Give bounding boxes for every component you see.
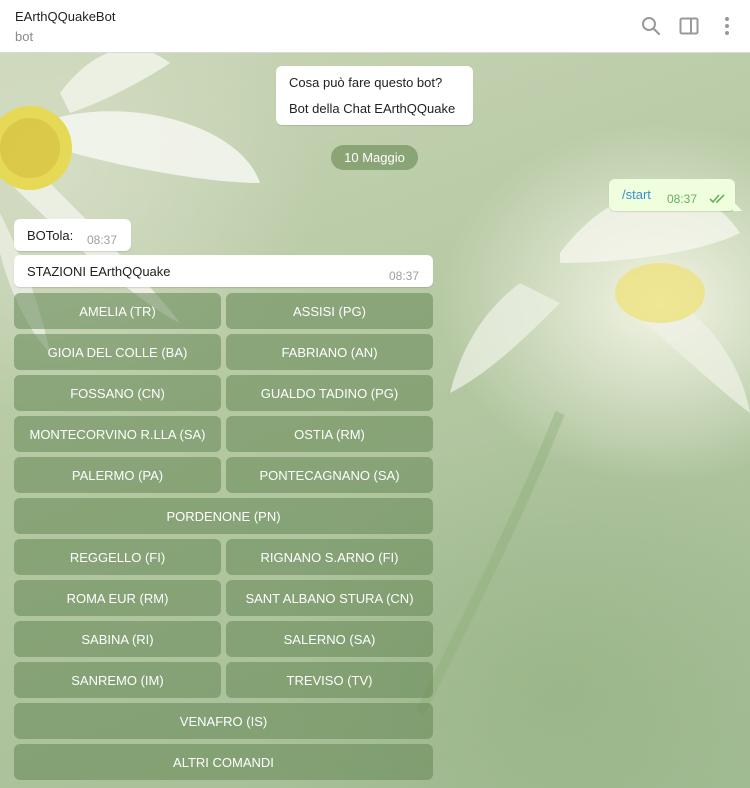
keyboard-row: PALERMO (PA) PONTECAGNANO (SA)	[14, 457, 433, 493]
keyboard-button[interactable]: REGGELLO (FI)	[14, 539, 221, 575]
sidebar-toggle-icon[interactable]	[677, 14, 701, 38]
keyboard-button[interactable]: MONTECORVINO R.LLA (SA)	[14, 416, 221, 452]
keyboard-button[interactable]: PALERMO (PA)	[14, 457, 221, 493]
keyboard-row: ALTRI COMANDI	[14, 744, 433, 780]
keyboard-button[interactable]: GUALDO TADINO (PG)	[226, 375, 433, 411]
keyboard-button[interactable]: OSTIA (RM)	[226, 416, 433, 452]
chat-title[interactable]: EArthQQuakeBot	[15, 9, 115, 24]
keyboard-row: REGGELLO (FI) RIGNANO S.ARNO (FI)	[14, 539, 433, 575]
chat-header: EArthQQuakeBot bot	[0, 0, 750, 53]
incoming-message[interactable]: BOTola: 08:37	[14, 219, 131, 251]
bubble-tail	[733, 201, 742, 211]
keyboard-button[interactable]: TREVISO (TV)	[226, 662, 433, 698]
incoming-message[interactable]: STAZIONI EArthQQuake 08:37	[14, 255, 433, 287]
keyboard-button[interactable]: AMELIA (TR)	[14, 293, 221, 329]
search-icon[interactable]	[639, 14, 663, 38]
more-vertical-icon[interactable]	[715, 14, 739, 38]
message-time: 08:37	[389, 269, 420, 283]
keyboard-row: ROMA EUR (RM) SANT ALBANO STURA (CN)	[14, 580, 433, 616]
message-text: BOTola:	[27, 228, 74, 243]
inline-keyboard: AMELIA (TR) ASSISI (PG) GIOIA DEL COLLE (B…	[14, 293, 433, 785]
date-separator: 10 Maggio	[331, 145, 418, 170]
message-text: STAZIONI EArthQQuake	[27, 264, 171, 279]
keyboard-button[interactable]: FOSSANO (CN)	[14, 375, 221, 411]
bot-info-title: Cosa può fare questo bot?	[289, 75, 443, 90]
keyboard-row: PORDENONE (PN)	[14, 498, 433, 534]
keyboard-row: VENAFRO (IS)	[14, 703, 433, 739]
keyboard-button[interactable]: ASSISI (PG)	[226, 293, 433, 329]
keyboard-row: SANREMO (IM) TREVISO (TV)	[14, 662, 433, 698]
bot-info-description: Bot della Chat EArthQQuake	[289, 101, 456, 116]
keyboard-row: GIOIA DEL COLLE (BA) FABRIANO (AN)	[14, 334, 433, 370]
outgoing-message[interactable]: /start 08:37	[609, 179, 735, 211]
keyboard-button[interactable]: SANREMO (IM)	[14, 662, 221, 698]
keyboard-row: AMELIA (TR) ASSISI (PG)	[14, 293, 433, 329]
chat-history[interactable]: Cosa può fare questo bot? Bot della Chat…	[0, 53, 750, 788]
keyboard-button[interactable]: PORDENONE (PN)	[14, 498, 433, 534]
chat-status: bot	[15, 29, 34, 44]
keyboard-button[interactable]: PONTECAGNANO (SA)	[226, 457, 433, 493]
keyboard-row: SABINA (RI) SALERNO (SA)	[14, 621, 433, 657]
keyboard-row: MONTECORVINO R.LLA (SA) OSTIA (RM)	[14, 416, 433, 452]
keyboard-row: FOSSANO (CN) GUALDO TADINO (PG)	[14, 375, 433, 411]
keyboard-button[interactable]: ALTRI COMANDI	[14, 744, 433, 780]
keyboard-button[interactable]: RIGNANO S.ARNO (FI)	[226, 539, 433, 575]
message-time: 08:37	[667, 192, 698, 206]
double-check-icon	[709, 194, 725, 204]
bot-info-card: Cosa può fare questo bot? Bot della Chat…	[276, 66, 473, 125]
keyboard-button[interactable]: SANT ALBANO STURA (CN)	[226, 580, 433, 616]
keyboard-button[interactable]: SALERNO (SA)	[226, 621, 433, 657]
bot-command-link[interactable]: /start	[622, 187, 651, 202]
keyboard-button[interactable]: SABINA (RI)	[14, 621, 221, 657]
keyboard-button[interactable]: VENAFRO (IS)	[14, 703, 433, 739]
keyboard-button[interactable]: GIOIA DEL COLLE (BA)	[14, 334, 221, 370]
message-time: 08:37	[87, 233, 118, 247]
keyboard-button[interactable]: FABRIANO (AN)	[226, 334, 433, 370]
keyboard-button[interactable]: ROMA EUR (RM)	[14, 580, 221, 616]
